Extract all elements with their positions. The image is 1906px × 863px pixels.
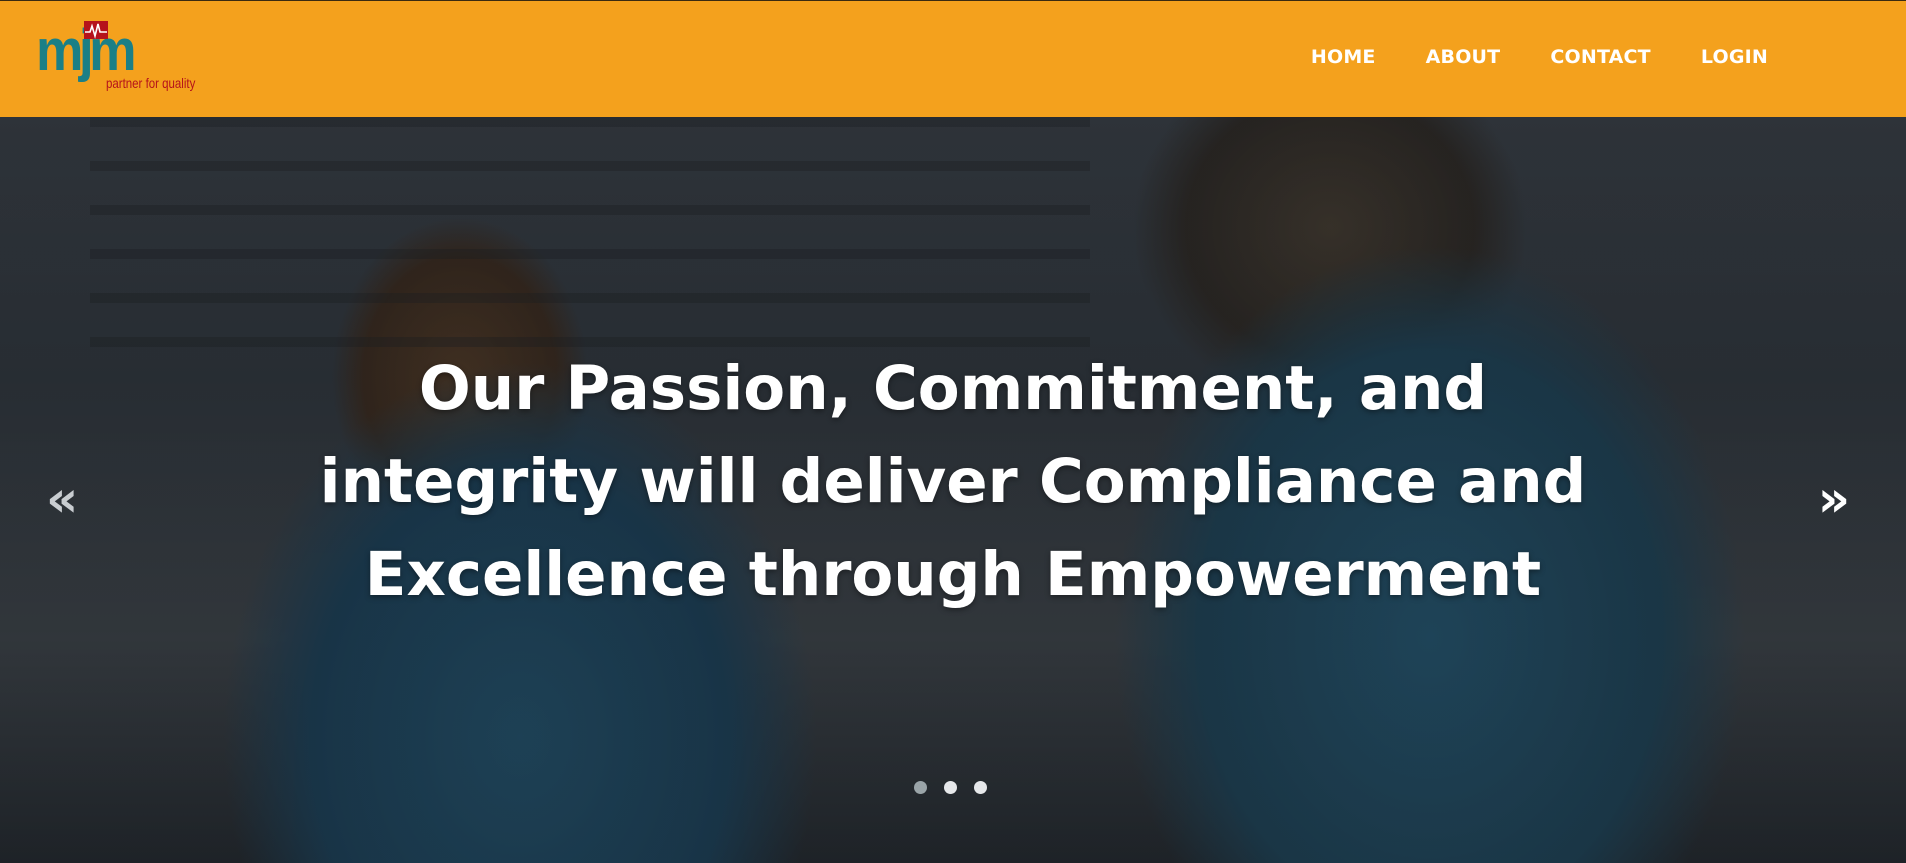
carousel-dot-1[interactable] <box>914 781 927 794</box>
nav-login[interactable]: LOGIN <box>1701 46 1768 68</box>
heartbeat-icon <box>84 21 108 39</box>
hero-carousel: Our Passion, Commitment, and integrity w… <box>0 117 1906 863</box>
carousel-dot-3[interactable] <box>974 781 987 794</box>
nav-about[interactable]: ABOUT <box>1426 46 1501 68</box>
hero-line-3: Excellence through Empowerment <box>364 539 1542 610</box>
hero-line-1: Our Passion, Commitment, and <box>418 353 1488 424</box>
double-chevron-left-icon[interactable]: « <box>46 474 78 524</box>
logo-tagline: partner for quality <box>106 75 196 91</box>
carousel-indicators <box>914 781 987 794</box>
site-header: mjm partner for quality HOME ABOUT CONTA… <box>0 0 1906 117</box>
double-chevron-right-icon[interactable]: » <box>1818 474 1850 524</box>
nav-contact[interactable]: CONTACT <box>1550 46 1651 68</box>
carousel-dot-2[interactable] <box>944 781 957 794</box>
hero-line-2: integrity will deliver Compliance and <box>319 446 1587 517</box>
main-nav: HOME ABOUT CONTACT LOGIN <box>1311 46 1768 68</box>
nav-home[interactable]: HOME <box>1311 46 1376 68</box>
hero-heading: Our Passion, Commitment, and integrity w… <box>0 342 1906 621</box>
brand-logo[interactable]: mjm partner for quality <box>36 21 216 101</box>
